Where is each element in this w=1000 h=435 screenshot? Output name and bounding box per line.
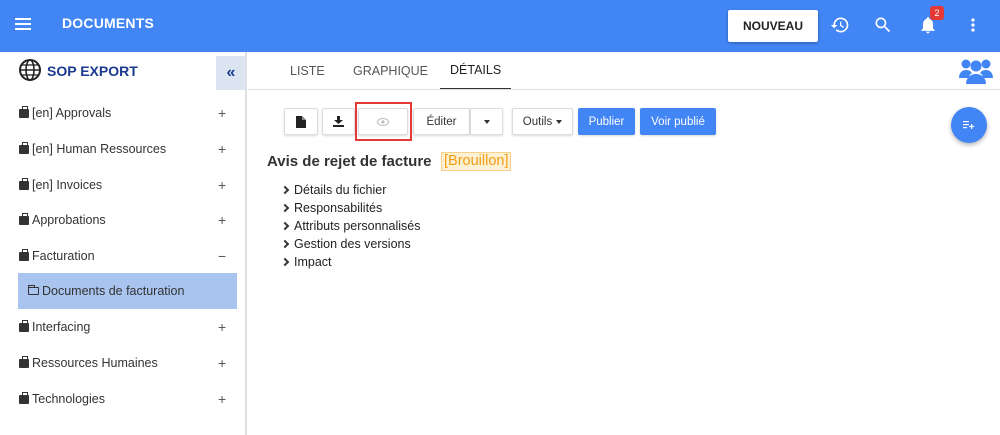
app-title: DOCUMENTS [62, 15, 155, 31]
briefcase-icon [19, 212, 29, 225]
section-label: Attributs personnalisés [294, 219, 421, 233]
tab-details[interactable]: DÉTAILS [440, 52, 512, 90]
section-label: Gestion des versions [294, 237, 411, 251]
sidebar-item-interfacing[interactable]: Interfacing + [0, 309, 245, 345]
briefcase-icon [19, 141, 29, 154]
caret-down-icon [556, 119, 563, 124]
playlist-add-icon [963, 121, 975, 129]
edit-dropdown-button[interactable] [470, 108, 503, 135]
section-label: Impact [294, 255, 332, 269]
sidebar-item-en-approvals[interactable]: [en] Approvals + [0, 95, 245, 131]
download-button[interactable] [322, 108, 355, 135]
briefcase-icon [19, 177, 29, 190]
sidebar-item-label: Approbations [32, 213, 106, 227]
collapse-icon[interactable]: − [218, 248, 226, 264]
expand-icon[interactable]: + [218, 141, 226, 157]
expand-icon[interactable]: + [218, 355, 226, 371]
sidebar-item-label: [en] Approvals [32, 106, 112, 120]
sidebar-item-en-invoices[interactable]: [en] Invoices + [0, 167, 245, 203]
status-badge: [Brouillon] [441, 152, 512, 171]
sidebar-item-facturation[interactable]: Facturation − [0, 238, 245, 274]
tab-liste[interactable]: LISTE [290, 52, 325, 90]
briefcase-icon [19, 248, 29, 261]
chevron-right-icon [280, 239, 290, 249]
tab-graphique[interactable]: GRAPHIQUE [353, 52, 428, 90]
highlight-box [355, 102, 412, 141]
tools-dropdown-button[interactable]: Outils [512, 108, 573, 135]
sidebar-item-approbations[interactable]: Approbations + [0, 202, 245, 238]
sidebar-item-technologies[interactable]: Technologies + [0, 381, 245, 417]
view-published-button[interactable]: Voir publié [640, 108, 716, 135]
edit-button[interactable]: Éditer [413, 108, 470, 135]
expand-icon[interactable]: + [218, 177, 226, 193]
menu-icon[interactable] [15, 13, 35, 39]
sidebar-item-ressources-humaines[interactable]: Ressources Humaines + [0, 345, 245, 381]
chevron-right-icon [280, 221, 290, 231]
collapse-sidebar-button[interactable]: « [216, 56, 246, 90]
document-button[interactable] [284, 108, 318, 135]
sidebar-item-label: Interfacing [32, 320, 91, 334]
briefcase-icon [19, 105, 29, 118]
tools-label: Outils [522, 115, 553, 128]
sidebar-subitem-label: Documents de facturation [42, 284, 185, 298]
expand-icon[interactable]: + [218, 212, 226, 228]
section-impact[interactable]: Impact [280, 253, 332, 271]
users-icon[interactable] [958, 56, 994, 88]
file-icon [296, 115, 306, 128]
section-label: Détails du fichier [294, 183, 387, 197]
history-icon[interactable] [827, 12, 853, 38]
briefcase-icon [19, 319, 29, 332]
expand-icon[interactable]: + [218, 391, 226, 407]
section-custom-attributes[interactable]: Attributs personnalisés [280, 217, 421, 235]
sidebar: SOP EXPORT « [en] Approvals + [en] Human… [0, 52, 247, 435]
document-title: Avis de rejet de facture [267, 153, 432, 170]
section-label: Responsabilités [294, 201, 383, 215]
globe-icon [19, 59, 41, 81]
more-vert-icon[interactable] [960, 12, 986, 38]
sidebar-item-label: [en] Human Ressources [32, 142, 167, 156]
fab-button[interactable] [951, 107, 987, 143]
search-icon[interactable] [870, 12, 896, 38]
caret-down-icon [483, 119, 490, 124]
sidebar-subitem-documents-de-facturation[interactable]: Documents de facturation [18, 273, 237, 309]
download-icon [333, 116, 344, 127]
sidebar-item-label: Ressources Humaines [32, 356, 158, 370]
new-button[interactable]: NOUVEAU [728, 10, 818, 42]
section-file-details[interactable]: Détails du fichier [280, 181, 387, 199]
briefcase-icon [19, 391, 29, 404]
sidebar-item-en-human-ressources[interactable]: [en] Human Ressources + [0, 131, 245, 167]
sidebar-item-label: Facturation [32, 249, 95, 263]
briefcase-icon [19, 355, 29, 368]
folder-icon [28, 285, 39, 295]
sidebar-item-label: Technologies [32, 392, 105, 406]
sidebar-title: SOP EXPORT [47, 63, 138, 79]
section-version-management[interactable]: Gestion des versions [280, 235, 411, 253]
expand-icon[interactable]: + [218, 105, 226, 121]
publish-button[interactable]: Publier [578, 108, 635, 135]
top-app-bar: DOCUMENTS NOUVEAU 2 [0, 0, 1000, 52]
chevron-right-icon [280, 185, 290, 195]
sidebar-item-label: [en] Invoices [32, 178, 103, 192]
tabs-divider [248, 89, 1000, 90]
sidebar-header: SOP EXPORT « [0, 52, 247, 90]
notification-badge: 2 [930, 6, 944, 20]
chevron-right-icon [280, 203, 290, 213]
expand-icon[interactable]: + [218, 319, 226, 335]
chevron-right-icon [280, 257, 290, 267]
section-responsibilities[interactable]: Responsabilités [280, 199, 383, 217]
